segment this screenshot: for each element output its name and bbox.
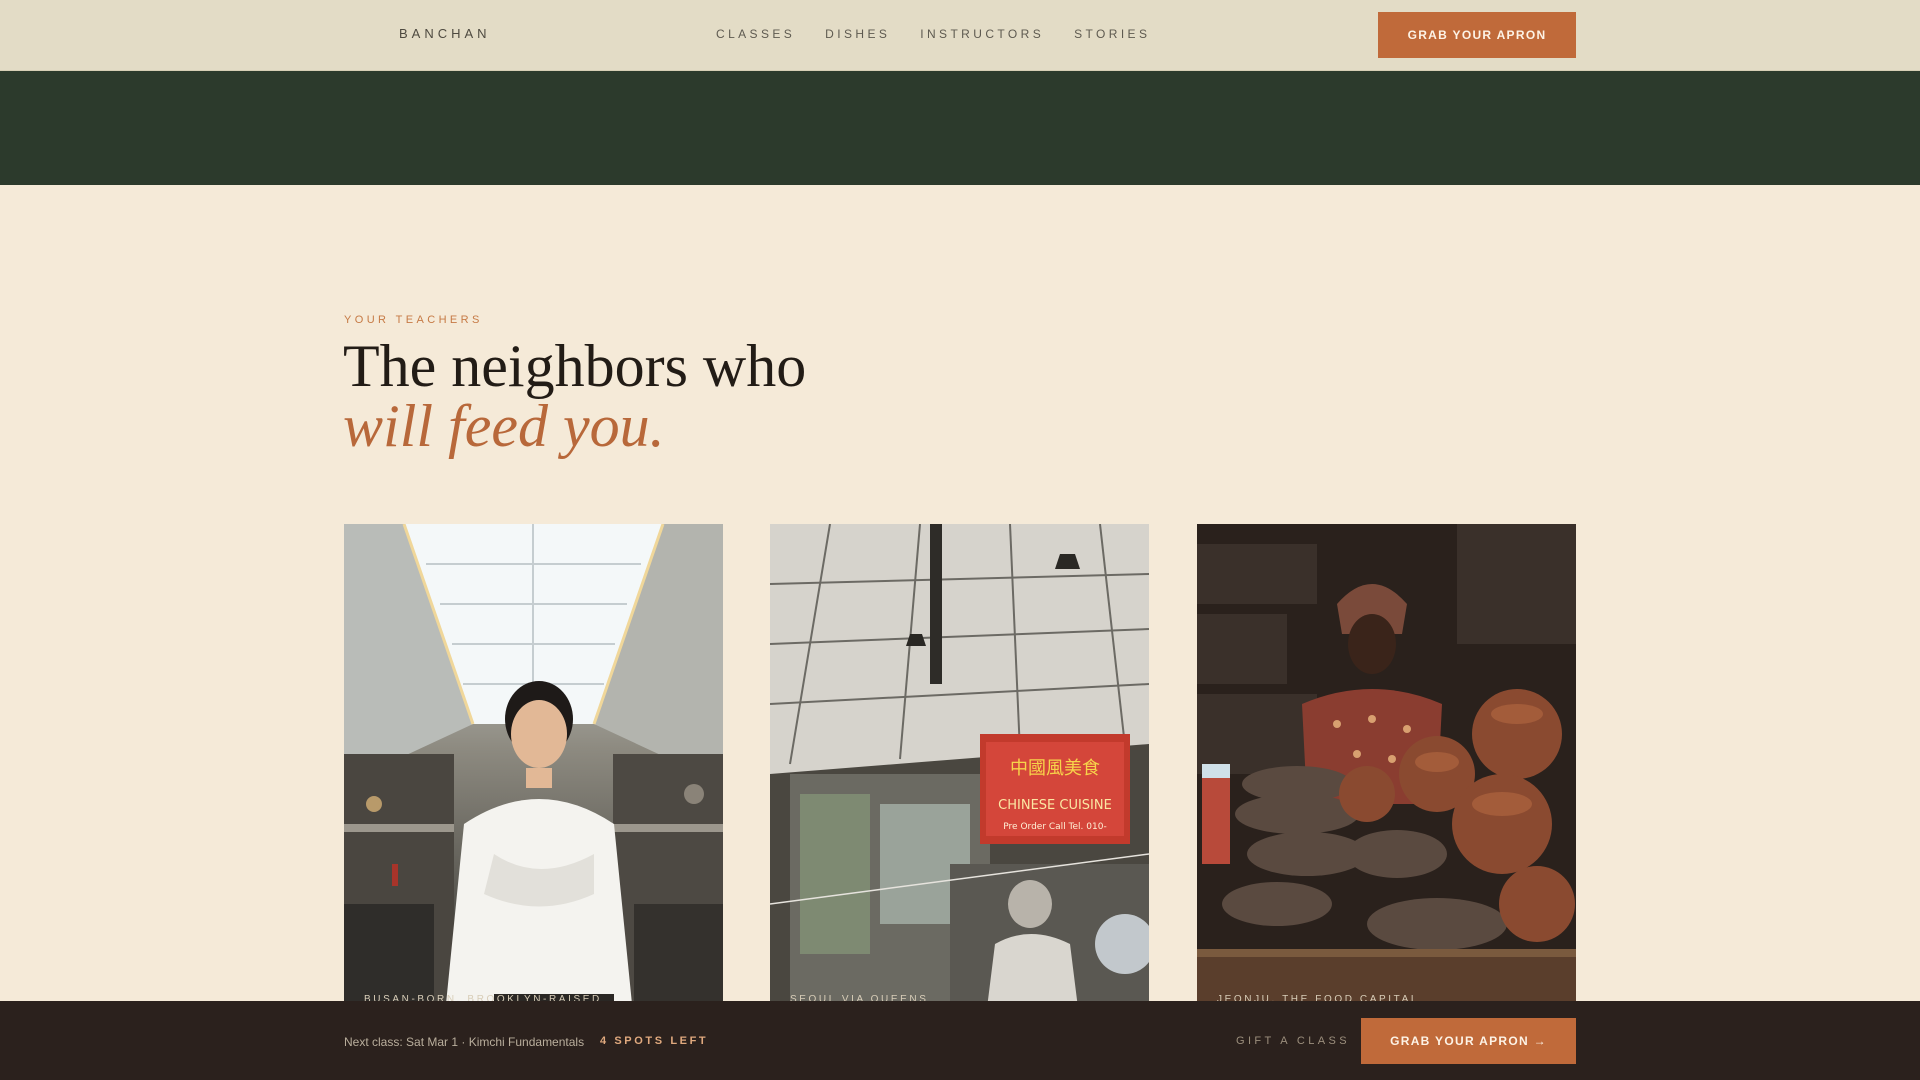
instructor-card-2[interactable]: 中國風美食 CHINESE CUISINE Pre Order Call Tel… — [770, 524, 1149, 1024]
grab-apron-bottom-button[interactable]: GRAB YOUR APRON → — [1361, 1018, 1576, 1064]
instructor-card-1[interactable]: BUSAN-BORN, BROOKLYN-RAISED — [344, 524, 723, 1024]
street-food-stall-photo: 中國風美食 CHINESE CUISINE Pre Order Call Tel… — [770, 524, 1149, 1024]
section-headline: The neighbors who — [343, 333, 807, 399]
gift-class-link[interactable]: GIFT A CLASS — [1236, 1035, 1350, 1047]
spots-left-badge: 4 SPOTS LEFT — [600, 1035, 709, 1047]
nav-link-instructors[interactable]: INSTRUCTORS — [920, 27, 1044, 41]
nav-link-stories[interactable]: STORIES — [1074, 27, 1150, 41]
page: BANCHAN CLASSES DISHES INSTRUCTORS STORI… — [0, 0, 1920, 1080]
sticky-booking-bar: Next class: Sat Mar 1 · Kimchi Fundament… — [0, 1001, 1920, 1080]
grab-apron-button[interactable]: GRAB YOUR APRON — [1378, 12, 1576, 58]
pottery-market-photo — [1197, 524, 1576, 1024]
hero-band — [0, 71, 1920, 185]
stall-sign-english: CHINESE CUISINE — [998, 798, 1112, 813]
brand-logo[interactable]: BANCHAN — [399, 26, 491, 41]
next-class-info: Next class: Sat Mar 1 · Kimchi Fundament… — [344, 1035, 585, 1049]
stall-sign-phone: Pre Order Call Tel. 010- — [1003, 822, 1106, 832]
nav-link-classes[interactable]: CLASSES — [716, 27, 795, 41]
top-nav: BANCHAN CLASSES DISHES INSTRUCTORS STORI… — [0, 0, 1920, 71]
stall-sign-chinese: 中國風美食 — [1010, 758, 1100, 779]
section-headline-accent: will feed you. — [343, 393, 665, 459]
nav-links: CLASSES DISHES INSTRUCTORS STORIES — [716, 27, 1180, 41]
section-eyebrow: YOUR TEACHERS — [344, 314, 483, 326]
chef-in-kitchen-photo — [344, 524, 723, 1024]
nav-link-dishes[interactable]: DISHES — [825, 27, 890, 41]
instructor-card-3[interactable]: JEONJU, THE FOOD CAPITAL — [1197, 524, 1576, 1024]
